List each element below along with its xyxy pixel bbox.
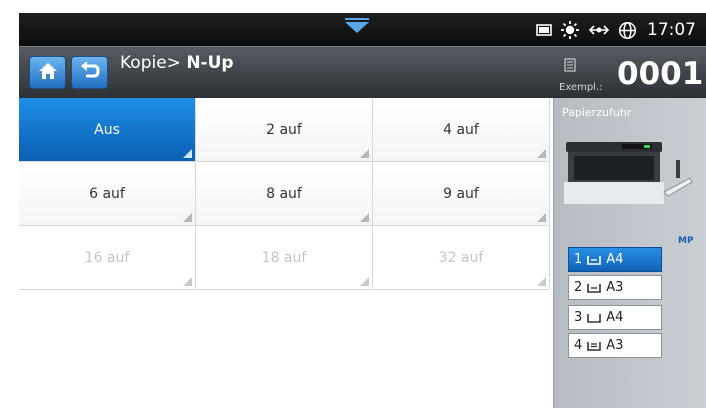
- tray-number: 2: [574, 280, 583, 295]
- corner-indicator-icon: [183, 213, 192, 222]
- tray-number: 4: [574, 338, 583, 353]
- corner-indicator-icon: [360, 213, 369, 222]
- home-icon: [38, 62, 58, 84]
- status-icons: 17:07: [536, 18, 696, 42]
- option-8-auf[interactable]: 8 auf: [196, 162, 373, 226]
- nup-option-grid: Aus 2 auf 4 auf 6 auf 8 auf 9 auf 16 auf…: [19, 98, 553, 408]
- paper-tray-icon: [587, 312, 602, 324]
- clock: 17:07: [647, 20, 696, 40]
- option-4-auf[interactable]: 4 auf: [373, 98, 550, 162]
- back-button[interactable]: [71, 56, 108, 89]
- tray-paper-size: A4: [606, 310, 624, 325]
- corner-indicator-icon: [537, 149, 546, 158]
- option-18-auf: 18 auf: [196, 226, 373, 290]
- tray-number: 1: [574, 252, 583, 267]
- option-label: Aus: [94, 121, 120, 138]
- paper-tray-icon: [587, 254, 602, 266]
- option-label: 2 auf: [266, 121, 302, 138]
- printer-illustration: [564, 134, 694, 208]
- tray-number: 3: [574, 310, 583, 325]
- option-32-auf: 32 auf: [373, 226, 550, 290]
- tray-paper-size: A4: [606, 252, 624, 267]
- paper-supply-panel: Papierzufuhr MP 1 A4 2 A3 3 A4 4 A3: [553, 98, 706, 408]
- copies-stack-icon: [564, 57, 576, 76]
- home-button[interactable]: [29, 56, 66, 89]
- option-label: 18 auf: [261, 249, 307, 266]
- paper-tray-icon: [587, 282, 602, 294]
- tray-1-button[interactable]: 1 A4: [568, 247, 662, 272]
- corner-indicator-icon: [537, 213, 546, 222]
- option-9-auf[interactable]: 9 auf: [373, 162, 550, 226]
- mp-tray-label[interactable]: MP: [678, 236, 694, 246]
- option-label: 9 auf: [443, 185, 479, 202]
- pulldown-line: [345, 18, 369, 20]
- option-label: 8 auf: [266, 185, 302, 202]
- copies-label: Exempl.:: [559, 82, 603, 93]
- status-bar: 17:07: [19, 13, 706, 46]
- option-label: 16 auf: [84, 249, 130, 266]
- corner-indicator-icon: [360, 277, 369, 286]
- tray-4-button[interactable]: 4 A3: [568, 333, 662, 358]
- page-title: Kopie> N-Up: [120, 53, 234, 73]
- device-screen: 17:07 Kopie> N-Up Exempl.: 0001 Aus 2 au…: [19, 13, 706, 408]
- notification-pulldown-icon[interactable]: [345, 22, 369, 33]
- option-2-auf[interactable]: 2 auf: [196, 98, 373, 162]
- tray-paper-size: A3: [606, 280, 624, 295]
- breadcrumb: Kopie>: [120, 53, 187, 73]
- network-icon[interactable]: [588, 22, 610, 38]
- option-label: 6 auf: [89, 185, 125, 202]
- copies-counter[interactable]: 0001: [617, 56, 703, 92]
- option-label: 32 auf: [438, 249, 484, 266]
- tray-3-button[interactable]: 3 A4: [568, 305, 662, 330]
- paper-tray-icon: [587, 340, 602, 352]
- tray-2-button[interactable]: 2 A3: [568, 275, 662, 300]
- eco-sun-icon[interactable]: [560, 20, 580, 40]
- corner-indicator-icon: [360, 149, 369, 158]
- toner-icon[interactable]: [536, 23, 552, 37]
- corner-indicator-icon: [183, 149, 192, 158]
- paper-supply-title: Papierzufuhr: [562, 106, 632, 119]
- back-arrow-icon: [80, 60, 100, 84]
- corner-indicator-icon: [537, 277, 546, 286]
- page-title-text: N-Up: [186, 53, 234, 73]
- option-6-auf[interactable]: 6 auf: [19, 162, 196, 226]
- globe-icon[interactable]: [618, 21, 637, 40]
- option-16-auf: 16 auf: [19, 226, 196, 290]
- option-aus[interactable]: Aus: [19, 98, 196, 162]
- tray-paper-size: A3: [606, 338, 624, 353]
- option-label: 4 auf: [443, 121, 479, 138]
- title-bar: Kopie> N-Up Exempl.: 0001: [19, 46, 706, 98]
- corner-indicator-icon: [183, 277, 192, 286]
